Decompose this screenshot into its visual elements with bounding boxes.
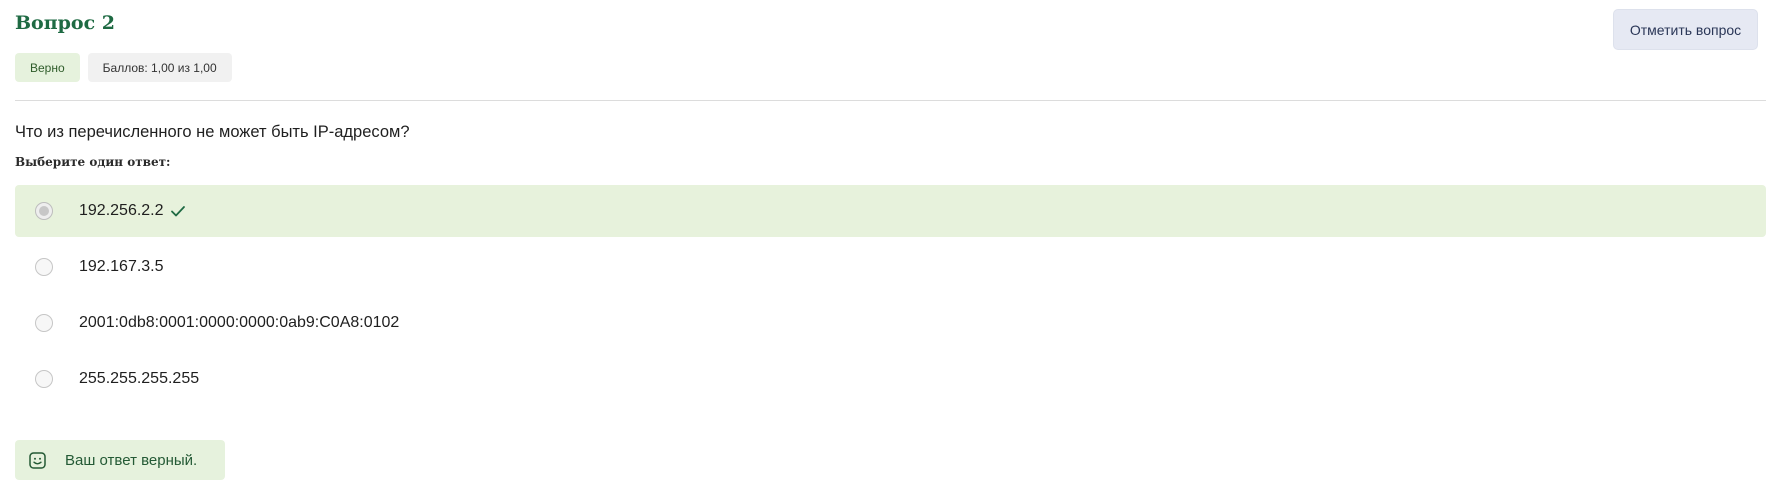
radio-button[interactable] — [35, 258, 53, 276]
radio-button[interactable] — [35, 370, 53, 388]
radio-button[interactable] — [35, 314, 53, 332]
divider — [15, 100, 1766, 101]
question-text: Что из перечисленного не может быть IP-а… — [15, 123, 410, 141]
feedback-box: Ваш ответ верный. — [15, 440, 225, 480]
answer-label: 192.167.3.5 — [79, 258, 164, 275]
answer-option[interactable]: 192.256.2.2 — [15, 185, 1766, 237]
question-info: Верно Баллов: 1,00 из 1,00 — [15, 53, 232, 82]
smile-icon — [29, 452, 46, 469]
state-badge: Верно — [15, 53, 80, 82]
answer-option[interactable]: 2001:0db8:0001:0000:0000:0ab9:C0A8:0102 — [15, 297, 1766, 349]
check-icon — [170, 206, 185, 217]
radio-button[interactable] — [35, 202, 53, 220]
grade-badge: Баллов: 1,00 из 1,00 — [87, 53, 232, 82]
answer-label: 192.256.2.2 — [79, 202, 164, 219]
answer-label: 255.255.255.255 — [79, 370, 200, 387]
answer-prompt: Выберите один ответ: — [15, 155, 171, 169]
answer-list: 192.256.2.2 192.167.3.5 2001:0db8:0001:0… — [15, 185, 1766, 409]
question-title: Вопрос 2 — [15, 12, 116, 34]
feedback-text: Ваш ответ верный. — [65, 451, 198, 469]
flag-question-button[interactable]: Отметить вопрос — [1613, 9, 1758, 50]
answer-option[interactable]: 255.255.255.255 — [15, 353, 1766, 405]
answer-option[interactable]: 192.167.3.5 — [15, 241, 1766, 293]
answer-label: 2001:0db8:0001:0000:0000:0ab9:C0A8:0102 — [79, 314, 400, 331]
